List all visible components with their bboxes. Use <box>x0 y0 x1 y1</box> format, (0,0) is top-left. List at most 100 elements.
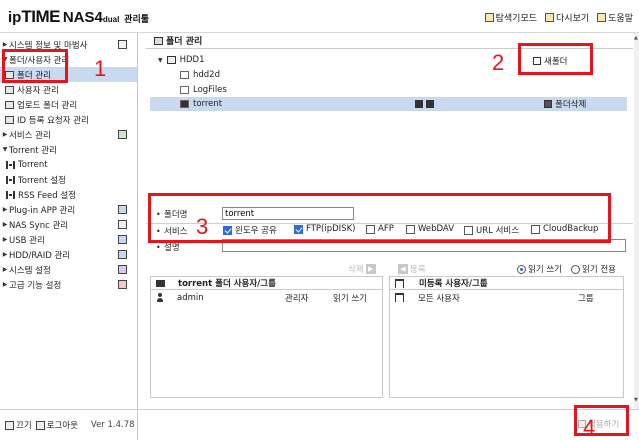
help-icon <box>597 13 607 22</box>
system-info-icon <box>118 40 127 49</box>
arrow-right-icon: ▶ <box>365 264 376 274</box>
delete-folder-icon <box>544 100 552 108</box>
sidebar-item-label: Torrent <box>18 159 48 170</box>
logo-admin: 관리툴 <box>124 15 150 25</box>
scrollbar[interactable]: ▲ ▼ <box>634 33 639 409</box>
caret-right-icon: ▶ <box>2 266 8 273</box>
folder-icon <box>180 71 189 79</box>
hdd-icon <box>118 250 127 259</box>
logout-icon <box>35 420 45 430</box>
add-permission-button[interactable]: ◀ 등록 <box>398 263 426 275</box>
annotation-number-3: 3 <box>196 214 209 239</box>
tree-root-hdd1[interactable]: ▼ HDD1 <box>158 53 378 67</box>
caret-right-icon: ▶ <box>2 41 8 48</box>
sidebar-item-label: 시스템 설정 <box>9 265 51 276</box>
radio-selected[interactable] <box>517 264 526 274</box>
folder-users-header: torrent 폴더 사용자/그룹 <box>151 277 382 290</box>
folder-users-title: torrent 폴더 사용자/그룹 <box>178 279 276 289</box>
read-write-label: 읽기 쓰기 <box>528 265 562 275</box>
id-request-icon <box>5 115 14 124</box>
caret-right-icon: ▶ <box>2 251 8 258</box>
tree-folder-torrent[interactable]: torrent 폴더삭제 <box>150 97 627 111</box>
folder-icon <box>156 279 165 287</box>
table-row[interactable]: 모든 사용자 그룹 <box>390 291 623 304</box>
sidebar-item-label: RSS Feed 설정 <box>18 190 77 201</box>
radio-unselected[interactable] <box>571 264 580 274</box>
tree-root-label: HDD1 <box>179 55 205 65</box>
sidebar-item-torrent-manage[interactable]: ▼ Torrent 관리 <box>0 142 137 157</box>
sidebar-footer: 끄기 로그아웃 Ver 1.4.78 <box>0 409 138 440</box>
group-name: 모든 사용자 <box>418 293 460 304</box>
sidebar-item-service[interactable]: ▶ 서비스 관리 <box>0 127 137 142</box>
top-links: 탐색기모드 다시보기 도움말 <box>484 11 633 24</box>
sidebar-item-plugin-app[interactable]: ▶ Plug-in APP 관리 <box>0 202 137 217</box>
user-name: admin <box>177 292 204 303</box>
sidebar-item-system-settings[interactable]: ▶ 시스템 설정 <box>0 262 137 277</box>
tree-folder-logfiles[interactable]: LogFiles <box>180 83 380 97</box>
sidebar-item-label: 서비스 관리 <box>9 130 51 141</box>
power-off-button[interactable]: 끄기 <box>5 419 32 431</box>
help-link[interactable]: 도움말 <box>597 11 633 24</box>
sidebar-item-advanced[interactable]: ▶ 고급 기능 설정 <box>0 277 137 292</box>
sidebar-item-torrent-settings[interactable]: Torrent 설정 <box>0 172 137 187</box>
unregistered-users-title: 미등록 사용자/그룹 <box>419 279 488 289</box>
caret-right-icon: ▶ <box>2 236 8 243</box>
sidebar-item-usb[interactable]: ▶ USB 관리 <box>0 232 137 247</box>
read-write-radio[interactable]: 읽기 쓰기 <box>517 263 562 275</box>
sidebar-item-id-request[interactable]: ID 등록 요청자 관리 <box>0 112 137 127</box>
iptime-logo: ipTIME NAS4dual 관리툴 <box>8 7 149 27</box>
advanced-icon <box>118 280 127 289</box>
annotation-box-1 <box>2 49 68 83</box>
logo-model: NAS4 <box>62 9 103 26</box>
annotation-box-3 <box>148 193 611 243</box>
caret-down-icon: ▼ <box>2 146 8 153</box>
delete-permission-button[interactable]: 삭제 ▶ <box>348 263 376 275</box>
system-settings-icon <box>118 265 127 274</box>
reload-link[interactable]: 다시보기 <box>545 11 589 24</box>
table-row[interactable]: admin 관리자 읽기 쓰기 <box>151 291 382 304</box>
help-label: 도움말 <box>608 14 633 24</box>
explorer-mode-link[interactable]: 탐색기모드 <box>484 11 537 24</box>
sidebar-item-label: HDD/RAID 관리 <box>9 250 71 261</box>
bottom-bar: 적용하기 <box>138 409 639 440</box>
folder-users-grid: torrent 폴더 사용자/그룹 admin 관리자 읽기 쓰기 <box>150 276 383 398</box>
tree-folder-hdd2d[interactable]: hdd2d <box>180 68 380 82</box>
read-only-label: 읽기 전용 <box>582 265 616 275</box>
annotation-number-4: 4 <box>583 415 596 440</box>
sidebar-item-label: Plug-in APP 관리 <box>9 205 76 216</box>
ftp-icon <box>426 100 434 108</box>
delete-folder-label: 폴더삭제 <box>555 100 587 110</box>
user-permission: 읽기 쓰기 <box>333 293 367 304</box>
usb-icon <box>118 235 127 244</box>
power-off-label: 끄기 <box>16 421 32 431</box>
read-only-radio[interactable]: 읽기 전용 <box>571 263 616 275</box>
caret-right-icon: ▶ <box>2 281 8 288</box>
plugin-icon <box>118 205 127 214</box>
sidebar-item-upload-folder[interactable]: 업로드 폴더 관리 <box>0 97 137 112</box>
user-role: 관리자 <box>285 293 309 304</box>
logo-time: TIME <box>21 7 60 26</box>
sidebar-item-hdd-raid[interactable]: ▶ HDD/RAID 관리 <box>0 247 137 262</box>
sidebar-item-label: 사용자 관리 <box>17 85 59 96</box>
group-icon <box>395 293 404 302</box>
hdd-icon <box>166 56 176 64</box>
delete-folder-button[interactable]: 폴더삭제 <box>544 97 586 111</box>
version-text: Ver 1.4.78 <box>90 420 135 430</box>
sidebar-item-rss-feed[interactable]: RSS Feed 설정 <box>0 187 137 202</box>
scroll-up-icon[interactable]: ▲ <box>634 35 638 41</box>
sidebar-item-user-manage[interactable]: 사용자 관리 <box>0 82 137 97</box>
panel-title-text: 폴더 관리 <box>166 37 203 47</box>
unregistered-users-grid: 미등록 사용자/그룹 모든 사용자 그룹 <box>389 276 624 398</box>
caret-down-icon: ▼ <box>158 56 163 64</box>
scroll-down-icon[interactable]: ▼ <box>634 397 638 403</box>
reload-icon <box>545 13 555 22</box>
logout-button[interactable]: 로그아웃 <box>35 419 78 431</box>
tree-folder-label: hdd2d <box>193 70 220 80</box>
logout-label: 로그아웃 <box>46 421 78 431</box>
user-manage-icon <box>5 85 14 94</box>
share-icon <box>415 100 423 108</box>
tree-folder-label: torrent <box>193 99 223 109</box>
sidebar-item-nas-sync[interactable]: ▶ NAS Sync 관리 <box>0 217 137 232</box>
sidebar-item-torrent[interactable]: Torrent <box>0 157 137 172</box>
upload-folder-icon <box>5 100 14 109</box>
